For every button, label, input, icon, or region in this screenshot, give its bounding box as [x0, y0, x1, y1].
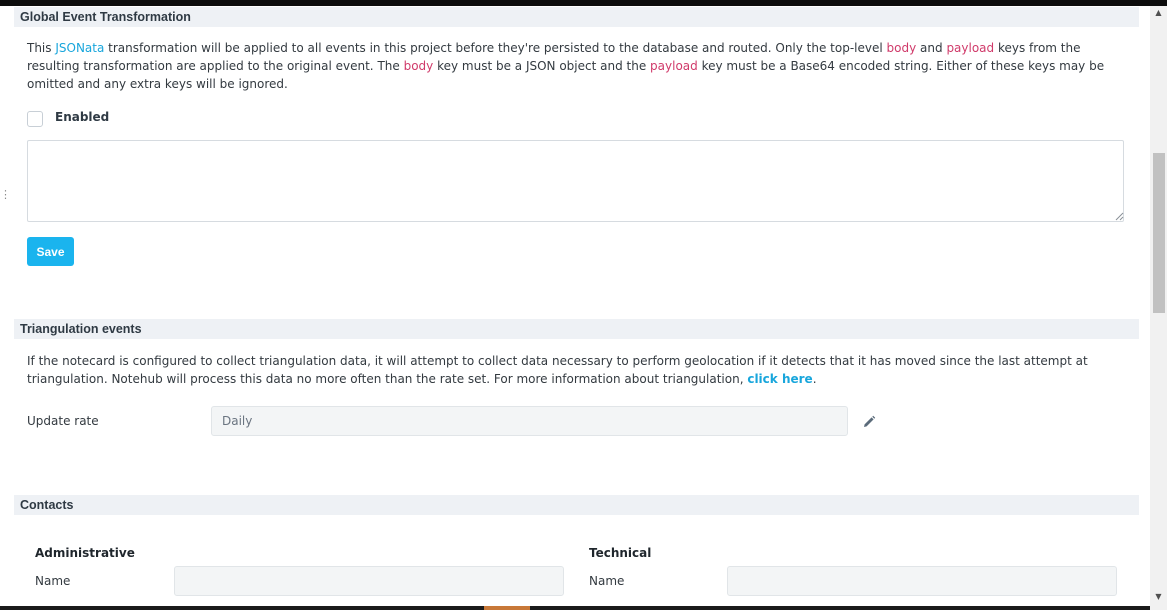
transformation-textarea[interactable] — [27, 140, 1124, 222]
global-transform-header: Global Event Transformation — [14, 7, 1139, 27]
bottom-edge-accent — [484, 606, 530, 610]
desc-text: This — [27, 41, 56, 55]
edge-marker: ⋮ — [0, 188, 11, 201]
jsonata-link[interactable]: JSONata — [55, 41, 104, 55]
payload-keyword: payload — [650, 59, 698, 73]
body-keyword: body — [403, 59, 434, 73]
resize-grip-icon[interactable] — [1114, 211, 1124, 221]
payload-keyword: payload — [946, 41, 995, 55]
update-rate-label: Update rate — [27, 414, 99, 428]
enabled-label: Enabled — [55, 110, 110, 124]
save-button[interactable]: Save — [27, 237, 74, 266]
admin-name-label: Name — [35, 574, 71, 588]
triangle-up-icon[interactable]: ▲ — [1150, 6, 1167, 20]
administrative-title: Administrative — [35, 546, 135, 560]
desc-text: If the notecard is configured to collect… — [27, 354, 1088, 386]
triangle-down-icon[interactable]: ▼ — [1150, 590, 1167, 604]
desc-text: key must be a JSON object and the — [433, 59, 651, 73]
technical-name-label: Name — [589, 574, 625, 588]
bottom-edge — [0, 606, 1150, 610]
body-keyword: body — [886, 41, 917, 55]
triangulation-description: If the notecard is configured to collect… — [27, 352, 1127, 388]
global-transform-description: This JSONata transformation will be appl… — [27, 39, 1127, 93]
window-top-bar — [0, 0, 1167, 6]
admin-name-input[interactable] — [174, 566, 564, 596]
scrollbar-thumb[interactable] — [1153, 153, 1165, 313]
technical-title: Technical — [589, 546, 652, 560]
triangulation-header: Triangulation events — [14, 319, 1139, 339]
pencil-icon[interactable] — [861, 414, 877, 430]
enabled-checkbox[interactable] — [27, 111, 43, 127]
update-rate-field[interactable]: Daily — [211, 406, 848, 436]
desc-text: and — [916, 41, 947, 55]
contacts-header: Contacts — [14, 495, 1139, 515]
click-here-link[interactable]: click here — [747, 372, 812, 386]
desc-text: transformation will be applied to all ev… — [104, 41, 887, 55]
technical-name-input[interactable] — [727, 566, 1117, 596]
desc-text: . — [812, 372, 817, 386]
